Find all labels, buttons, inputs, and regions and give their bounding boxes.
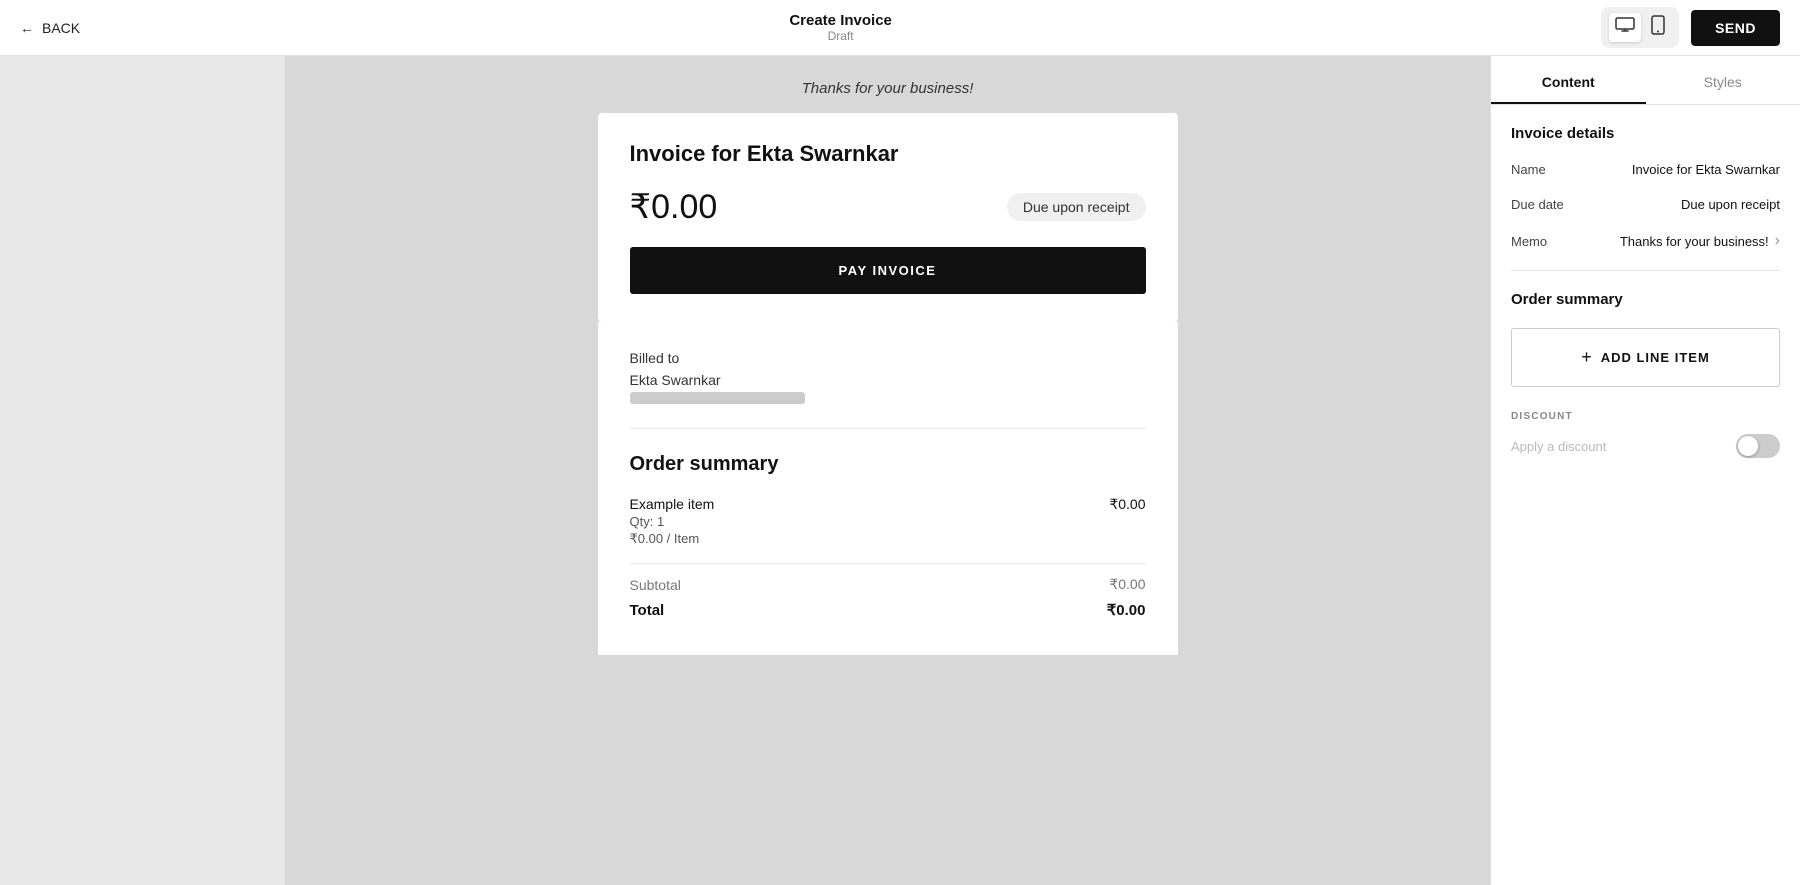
billed-name: Ekta Swarnkar [630,372,1146,388]
order-summary-panel-title: Order summary [1511,291,1780,308]
total-row: Total ₹0.00 [630,601,1146,619]
device-toggle [1601,7,1679,48]
detail-row-name: Name Invoice for Ekta Swarnkar [1511,162,1780,177]
desktop-view-button[interactable] [1609,13,1641,42]
discount-section-label: DISCOUNT [1511,411,1780,422]
tab-styles[interactable]: Styles [1646,56,1800,104]
name-value: Invoice for Ekta Swarnkar [1632,162,1780,177]
preview-area: Thanks for your business! Invoice for Ek… [285,56,1490,885]
page-subtitle: Draft [789,29,892,43]
right-panel: Content Styles Invoice details Name Invo… [1490,56,1800,885]
panel-content: Invoice details Name Invoice for Ekta Sw… [1491,105,1800,885]
name-label: Name [1511,162,1546,177]
topbar-right: SEND [1601,7,1780,48]
back-arrow-icon: ← [20,20,34,36]
billed-email-blur [630,392,805,404]
thanks-banner: Thanks for your business! [428,56,1348,113]
toggle-thumb [1738,436,1758,456]
billed-section: Billed to Ekta Swarnkar [630,350,1146,429]
discount-section: DISCOUNT Apply a discount [1511,411,1780,458]
order-summary-section: Order summary Example item Qty: 1 ₹0.00 … [630,453,1146,619]
line-item-total: ₹0.00 [1109,496,1145,513]
detail-row-due-date: Due date Due upon receipt [1511,197,1780,212]
send-button[interactable]: SEND [1691,10,1780,46]
panel-tabs: Content Styles [1491,56,1800,105]
subtotal-value: ₹0.00 [1109,576,1145,593]
invoice-card: Invoice for Ekta Swarnkar ₹0.00 Due upon… [598,113,1178,322]
summary-divider [630,563,1146,564]
mobile-view-button[interactable] [1645,11,1671,44]
discount-toggle[interactable] [1736,434,1780,458]
subtotal-row: Subtotal ₹0.00 [630,576,1146,593]
item-qty: Qty: 1 [630,514,715,529]
discount-row: Apply a discount [1511,434,1780,458]
pay-invoice-button[interactable]: PAY INVOICE [630,247,1146,294]
memo-value: Thanks for your business! [1620,234,1769,249]
due-badge: Due upon receipt [1007,193,1146,221]
topbar: ← BACK Create Invoice Draft SEND [0,0,1800,56]
back-label: BACK [42,20,80,36]
page-title: Create Invoice [789,12,892,29]
total-value: ₹0.00 [1107,601,1146,619]
item-name: Example item [630,496,715,512]
add-line-item-button[interactable]: + ADD LINE ITEM [1511,328,1780,387]
detail-row-memo[interactable]: Memo Thanks for your business! › [1511,232,1780,250]
topbar-center: Create Invoice Draft [789,12,892,43]
main-layout: Thanks for your business! Invoice for Ek… [0,56,1800,885]
memo-chevron-icon: › [1775,232,1780,250]
add-line-item-label: ADD LINE ITEM [1601,350,1710,365]
invoice-title: Invoice for Ekta Swarnkar [630,141,1146,167]
subtotal-label: Subtotal [630,577,681,593]
left-gutter [0,56,285,885]
invoice-amount-row: ₹0.00 Due upon receipt [630,187,1146,227]
billed-to-label: Billed to [630,350,1146,366]
due-date-label: Due date [1511,197,1564,212]
panel-divider [1511,270,1780,271]
memo-label: Memo [1511,234,1547,249]
discount-text: Apply a discount [1511,439,1606,454]
due-date-value: Due upon receipt [1681,197,1780,212]
memo-value-container[interactable]: Thanks for your business! › [1620,232,1780,250]
total-label: Total [630,602,665,619]
line-item-info: Example item Qty: 1 ₹0.00 / Item [630,496,715,547]
order-summary-title: Order summary [630,453,1146,476]
invoice-body: Billed to Ekta Swarnkar Order summary Ex… [598,322,1178,655]
tab-content[interactable]: Content [1491,56,1646,104]
invoice-amount: ₹0.00 [630,187,718,227]
item-price-per: ₹0.00 / Item [630,531,715,547]
line-item: Example item Qty: 1 ₹0.00 / Item ₹0.00 [630,496,1146,547]
back-button[interactable]: ← BACK [20,20,80,36]
plus-icon: + [1581,347,1593,368]
invoice-details-title: Invoice details [1511,125,1780,142]
